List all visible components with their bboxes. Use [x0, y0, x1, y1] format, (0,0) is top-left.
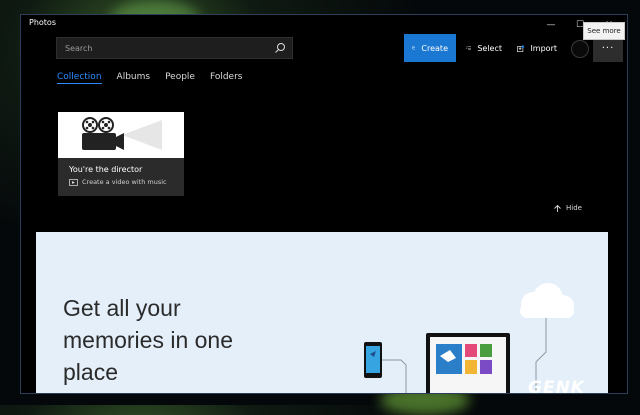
app-title: Photos: [29, 18, 56, 27]
phone-icon: [364, 342, 382, 378]
tab-folders[interactable]: Folders: [210, 72, 243, 84]
see-more-tooltip: See more: [583, 22, 625, 40]
create-icon: [412, 46, 416, 50]
search-box[interactable]: [56, 37, 293, 59]
hide-button[interactable]: Hide: [554, 204, 582, 212]
select-label: Select: [477, 43, 502, 53]
card-thumbnail: [58, 112, 184, 158]
select-button[interactable]: Select: [458, 34, 510, 62]
minimize-button[interactable]: —: [536, 16, 566, 34]
nav-tabs: Collection Albums People Folders: [57, 72, 242, 84]
import-label: Import: [530, 43, 557, 53]
avatar[interactable]: [571, 40, 589, 58]
select-icon: [466, 46, 472, 50]
card-subtitle-row: Create a video with music: [69, 178, 167, 186]
promo-banner: Get all your memories in one place: [36, 232, 608, 393]
create-button[interactable]: Create: [404, 34, 456, 62]
video-icon: [69, 178, 78, 186]
watermark-logo: GENK: [528, 378, 585, 398]
cloud-icon: [520, 283, 574, 318]
import-button[interactable]: Import: [509, 34, 565, 62]
card-title: You're the director: [69, 165, 143, 174]
promo-illustration: [364, 283, 574, 393]
hide-label: Hide: [566, 204, 582, 212]
search-icon[interactable]: [274, 42, 286, 54]
titlebar: Photos — ☐ ✕: [21, 15, 627, 35]
tab-collection[interactable]: Collection: [57, 72, 102, 84]
card-subtitle: Create a video with music: [82, 178, 167, 186]
tab-people[interactable]: People: [165, 72, 195, 84]
projector-icon: [82, 117, 162, 150]
create-label: Create: [421, 43, 448, 53]
search-input[interactable]: [63, 43, 274, 53]
photos-window: Photos — ☐ ✕ See more Create Select: [20, 14, 628, 394]
director-card[interactable]: You're the director Create a video with …: [58, 112, 184, 196]
import-icon: [517, 44, 525, 52]
tab-albums[interactable]: Albums: [117, 72, 151, 84]
arrow-up-icon: [554, 204, 561, 212]
laptop-icon: [426, 333, 510, 393]
